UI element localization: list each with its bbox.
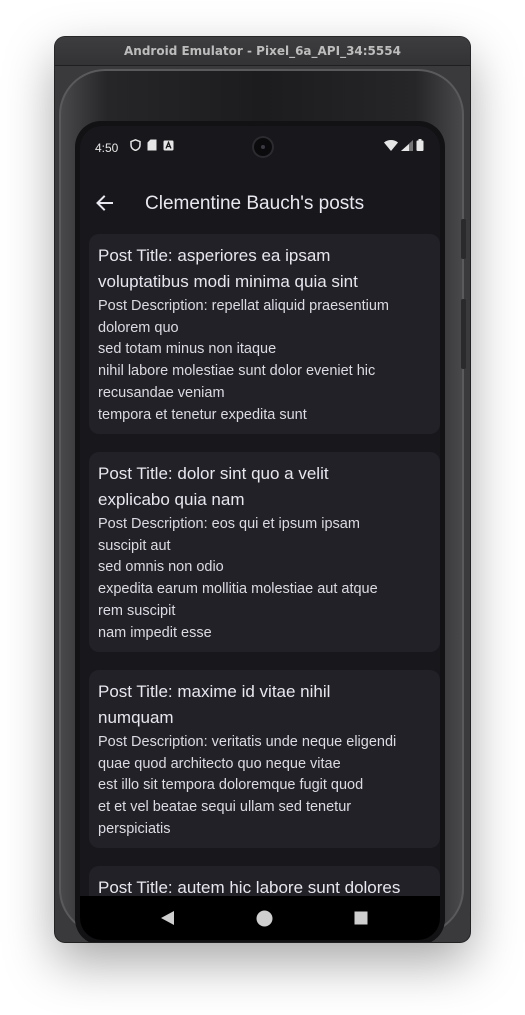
phone-screen: 4:50 Clementine Bauch's posts Post Title… — [80, 126, 440, 940]
front-camera — [252, 136, 274, 158]
back-triangle-icon — [161, 911, 174, 925]
sim-card-icon — [147, 139, 157, 151]
post-title: Post Title: asperiores ea ipsam voluptat… — [98, 246, 358, 291]
post-title: Post Title: dolor sint quo a velit expli… — [98, 464, 329, 509]
post-title: Post Title: maxime id vitae nihil numqua… — [98, 682, 331, 727]
nav-back-button[interactable] — [158, 908, 178, 928]
status-bar: 4:50 — [80, 126, 440, 166]
status-system-icons — [384, 139, 424, 151]
back-button[interactable] — [94, 192, 116, 214]
emulator-title: Android Emulator - Pixel_6a_API_34:5554 — [124, 44, 401, 58]
status-time: 4:50 — [95, 141, 119, 155]
text-a-icon — [163, 140, 174, 150]
device-frame: 4:50 Clementine Bauch's posts Post Title… — [59, 69, 466, 942]
post-description: Post Description: veritatis unde neque e… — [98, 734, 397, 837]
cell-signal-icon — [401, 139, 413, 151]
home-circle-icon — [256, 910, 272, 926]
status-notification-icons — [130, 139, 174, 151]
nav-home-button[interactable] — [254, 908, 274, 928]
post-description: Post Description: repellat aliquid praes… — [98, 298, 389, 423]
app-bar: Clementine Bauch's posts — [80, 176, 440, 232]
shield-icon — [130, 139, 141, 151]
recents-square-icon — [354, 911, 368, 925]
device-bezel: 4:50 Clementine Bauch's posts Post Title… — [75, 121, 445, 942]
emulator-window: Android Emulator - Pixel_6a_API_34:5554 … — [55, 37, 470, 942]
navigation-bar — [80, 896, 440, 940]
post-card[interactable]: Post Title: dolor sint quo a velit expli… — [89, 452, 440, 652]
post-card[interactable]: Post Title: asperiores ea ipsam voluptat… — [89, 234, 440, 434]
nav-recents-button[interactable] — [351, 908, 371, 928]
wifi-icon — [384, 139, 398, 151]
volume-button[interactable] — [461, 219, 466, 259]
power-button[interactable] — [461, 299, 466, 369]
post-description: Post Description: eos qui et ipsum ipsam… — [98, 516, 378, 641]
arrow-back-icon — [96, 195, 113, 211]
posts-list[interactable]: Post Title: asperiores ea ipsam voluptat… — [80, 234, 440, 902]
emulator-titlebar[interactable]: Android Emulator - Pixel_6a_API_34:5554 — [55, 37, 470, 66]
post-card[interactable]: Post Title: maxime id vitae nihil numqua… — [89, 670, 440, 848]
page-title: Clementine Bauch's posts — [145, 193, 365, 214]
battery-icon — [416, 139, 424, 151]
